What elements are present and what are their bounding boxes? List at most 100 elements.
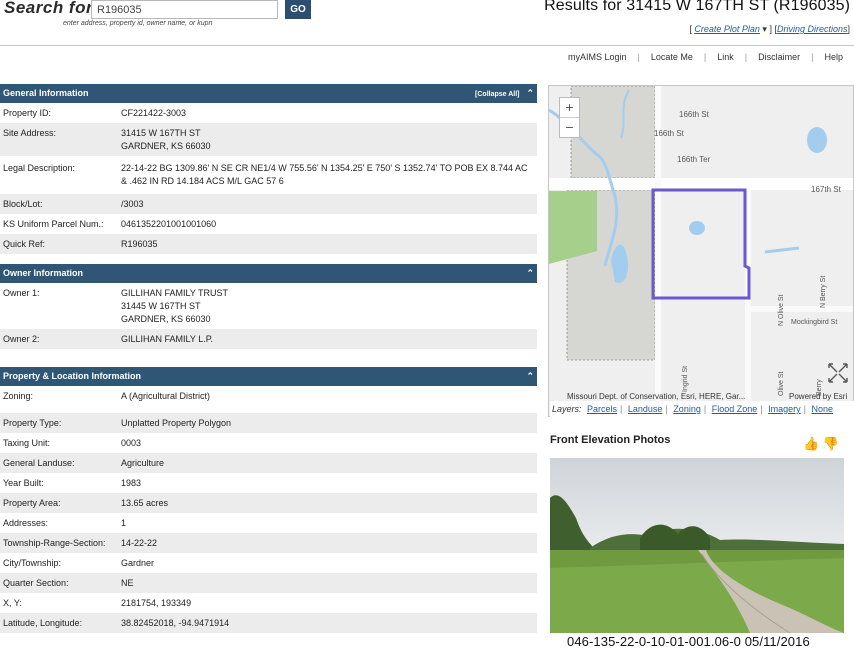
row-value: GARDNER, KS 66030	[121, 141, 211, 151]
thumbs-down-icon[interactable]: 👎	[823, 436, 839, 451]
zoom-out-icon[interactable]: −	[560, 117, 579, 137]
street-label: Olive St	[778, 371, 785, 396]
collapse-caret-icon[interactable]: ⌃	[526, 264, 534, 283]
nav-separator: |	[811, 52, 814, 62]
table-row: Owner 2: GILLIHAN FAMILY L.P.	[0, 329, 537, 349]
row-label: Property ID:	[3, 108, 52, 118]
street-label: 166th Ter	[677, 155, 711, 164]
table-row: Property ID: CF221422-3003	[0, 103, 537, 123]
nav-locate-me[interactable]: Locate Me	[646, 52, 698, 62]
layer-none[interactable]: None	[808, 404, 836, 414]
row-value: /3003	[121, 199, 144, 209]
row-value: Unplatted Property Polygon	[121, 418, 232, 428]
table-row: Property Type: Unplatted Property Polygo…	[0, 413, 537, 433]
zoom-control: + −	[559, 97, 580, 138]
header-divider	[0, 45, 854, 46]
collapse-all-link[interactable]: [Collapse All]	[475, 91, 519, 98]
row-value: CF221422-3003	[121, 108, 187, 118]
row-value: GARDNER, KS 66030	[121, 314, 211, 324]
layer-flood-zone[interactable]: Flood Zone	[709, 404, 761, 414]
street-label: 167th St	[811, 185, 842, 194]
collapse-caret-icon[interactable]: ⌃	[526, 84, 534, 103]
row-value: 22-14-22 BG 1309.86' N SE CR NE1/4 W 755…	[121, 163, 528, 186]
row-value: NE	[121, 578, 134, 588]
street-label: N Olive St	[778, 294, 785, 326]
row-value: 1983	[121, 478, 142, 488]
nav-help[interactable]: Help	[819, 52, 848, 62]
row-label: Zoning:	[3, 391, 34, 401]
property-location-header[interactable]: Property & Location Information ⌃	[0, 367, 537, 386]
row-value: 2181754, 193349	[121, 598, 192, 608]
row-label: Block/Lot:	[3, 199, 43, 209]
row-label: Site Address:	[3, 128, 57, 138]
row-label: Addresses:	[3, 518, 49, 528]
zoom-in-icon[interactable]: +	[560, 98, 579, 117]
front-elevation-photo[interactable]	[550, 458, 844, 633]
nav-myaims-login[interactable]: myAIMS Login	[563, 52, 632, 62]
table-row: Zoning: A (Agricultural District)	[0, 386, 537, 413]
row-value: 31415 W 167TH ST	[121, 128, 201, 138]
row-label: Property Type:	[3, 418, 62, 428]
table-row: Taxing Unit: 0003	[0, 433, 537, 453]
row-value: A (Agricultural District)	[121, 391, 211, 401]
nav-separator: |	[744, 52, 748, 62]
general-info-header[interactable]: General Information [Collapse All] ⌃	[0, 84, 537, 103]
layer-landuse[interactable]: Landuse	[625, 404, 666, 414]
panel-title: Owner Information	[3, 268, 84, 278]
table-row: City/Township: Gardner	[0, 553, 537, 573]
row-value: R196035	[121, 239, 158, 249]
row-value: GILLIHAN FAMILY L.P.	[121, 334, 214, 344]
street-label: Ingrid St	[682, 366, 689, 392]
nav-separator: |	[637, 52, 640, 62]
layer-parcels[interactable]: Parcels	[584, 404, 620, 414]
row-label: Latitude, Longitude:	[3, 618, 83, 628]
photo-image	[550, 458, 844, 633]
owner-info-header[interactable]: Owner Information ⌃	[0, 264, 537, 283]
row-label: City/Township:	[3, 558, 62, 568]
row-label: KS Uniform Parcel Num.:	[3, 219, 104, 229]
layer-zoning[interactable]: Zoning	[670, 404, 704, 414]
thumbs-up-icon[interactable]: 👍	[803, 436, 819, 451]
layers-label: Layers:	[552, 404, 582, 414]
street-label: 166th St	[654, 129, 685, 138]
top-nav: myAIMS Login | Locate Me | Link | Disclaime…	[563, 52, 848, 62]
nav-disclaimer[interactable]: Disclaimer	[753, 52, 805, 62]
nav-link[interactable]: Link	[712, 52, 739, 62]
row-label: Township-Range-Section:	[3, 538, 106, 548]
table-row: KS Uniform Parcel Num.: 0461352201001001…	[0, 214, 537, 234]
result-links: [ Create Plot Plan ▾ ] [Driving Directio…	[689, 24, 850, 34]
table-row: Year Built: 1983	[0, 473, 537, 493]
row-label: Quarter Section:	[3, 578, 69, 588]
table-row: Block/Lot: /3003	[0, 194, 537, 214]
owner-info-table: Owner 1: GILLIHAN FAMILY TRUST 31445 W 1…	[0, 283, 537, 349]
table-row: Owner 1: GILLIHAN FAMILY TRUST 31445 W 1…	[0, 283, 537, 329]
table-row: X, Y: 2181754, 193349	[0, 593, 537, 613]
row-value: Agriculture	[121, 458, 165, 468]
collapse-caret-icon[interactable]: ⌃	[526, 367, 534, 386]
street-label: 166th St	[679, 110, 710, 119]
row-label: Taxing Unit:	[3, 438, 51, 448]
row-label: Quick Ref:	[3, 239, 46, 249]
property-location-table: Zoning: A (Agricultural District) Proper…	[0, 386, 537, 633]
create-plot-plan-link[interactable]: Create Plot Plan	[694, 24, 760, 34]
row-label: X, Y:	[3, 598, 22, 608]
panel-title: General Information	[3, 88, 89, 98]
photo-caption: 046-135-22-0-10-01-001.06-0 05/11/2016	[567, 634, 810, 649]
table-row: Property Area: 13.65 acres	[0, 493, 537, 513]
street-label: Mockingbird St	[791, 319, 837, 326]
results-title: Results for 31415 W 167TH ST (R196035)	[544, 0, 850, 14]
dropdown-caret-icon[interactable]: ▾	[762, 24, 767, 34]
row-value: 0003	[121, 438, 142, 448]
go-button[interactable]: GO	[285, 0, 311, 19]
table-row: Quarter Section: NE	[0, 573, 537, 593]
driving-directions-link[interactable]: Driving Directions	[777, 24, 848, 34]
map-canvas[interactable]: 166th St 166th St 166th Ter 167th St N O…	[549, 86, 854, 417]
parcel-map[interactable]: 166th St 166th St 166th Ter 167th St N O…	[548, 85, 854, 417]
street-label: N Berry St	[820, 276, 827, 308]
table-row: Quick Ref: R196035	[0, 234, 537, 254]
row-label: Year Built:	[3, 478, 44, 488]
search-label: Search for:	[4, 0, 100, 17]
layer-imagery[interactable]: Imagery	[765, 404, 804, 414]
search-input[interactable]	[91, 0, 278, 19]
row-value: 13.65 acres	[121, 498, 169, 508]
